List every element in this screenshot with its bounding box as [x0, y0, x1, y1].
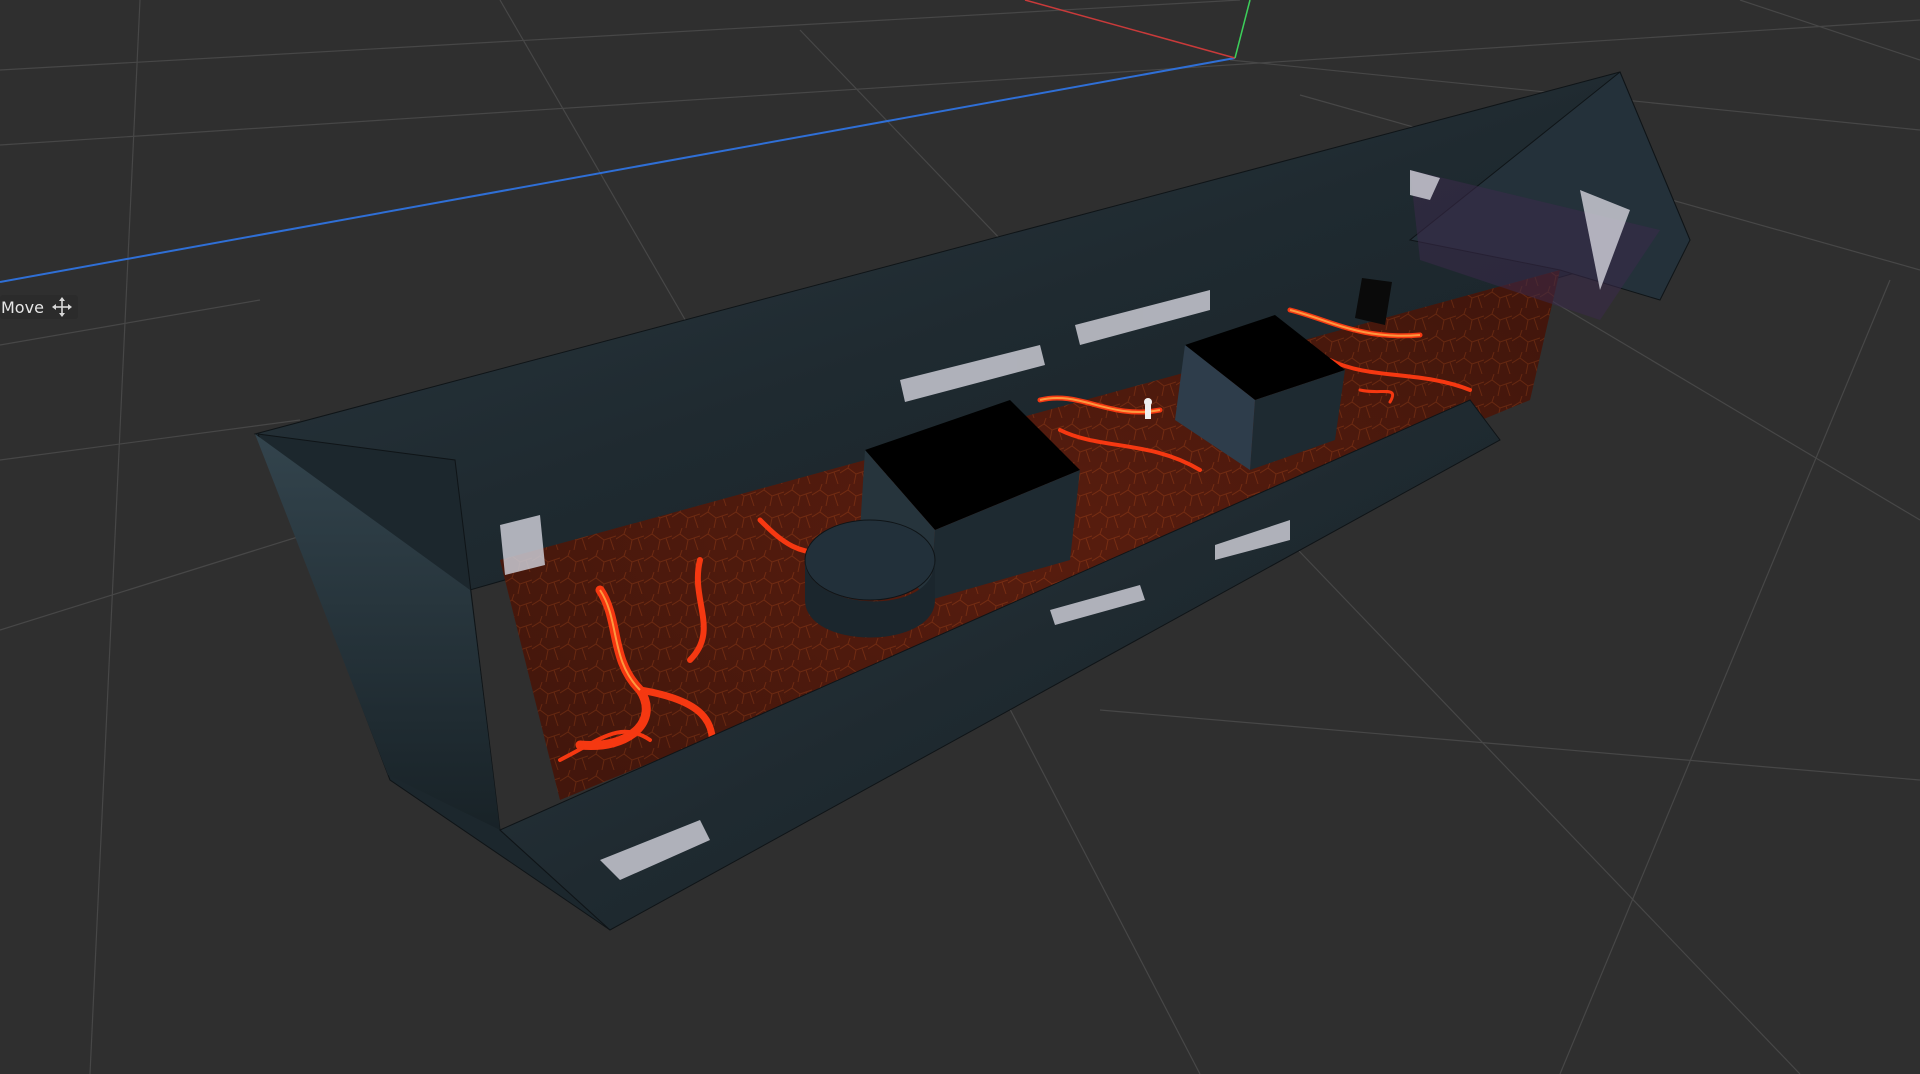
axis-x-line: [1024, 0, 1236, 59]
active-tool-indicator: Move: [0, 295, 78, 319]
scene-canvas[interactable]: [0, 0, 1920, 1074]
move-arrows-icon[interactable]: [51, 297, 72, 317]
character-figure[interactable]: [1144, 398, 1152, 419]
round-pillar: [804, 519, 936, 601]
level-model[interactable]: [253, 71, 1691, 931]
axis-y-line: [1234, 0, 1251, 59]
3d-viewport[interactable]: Move: [0, 0, 1920, 1074]
tool-label: Move: [1, 297, 44, 317]
